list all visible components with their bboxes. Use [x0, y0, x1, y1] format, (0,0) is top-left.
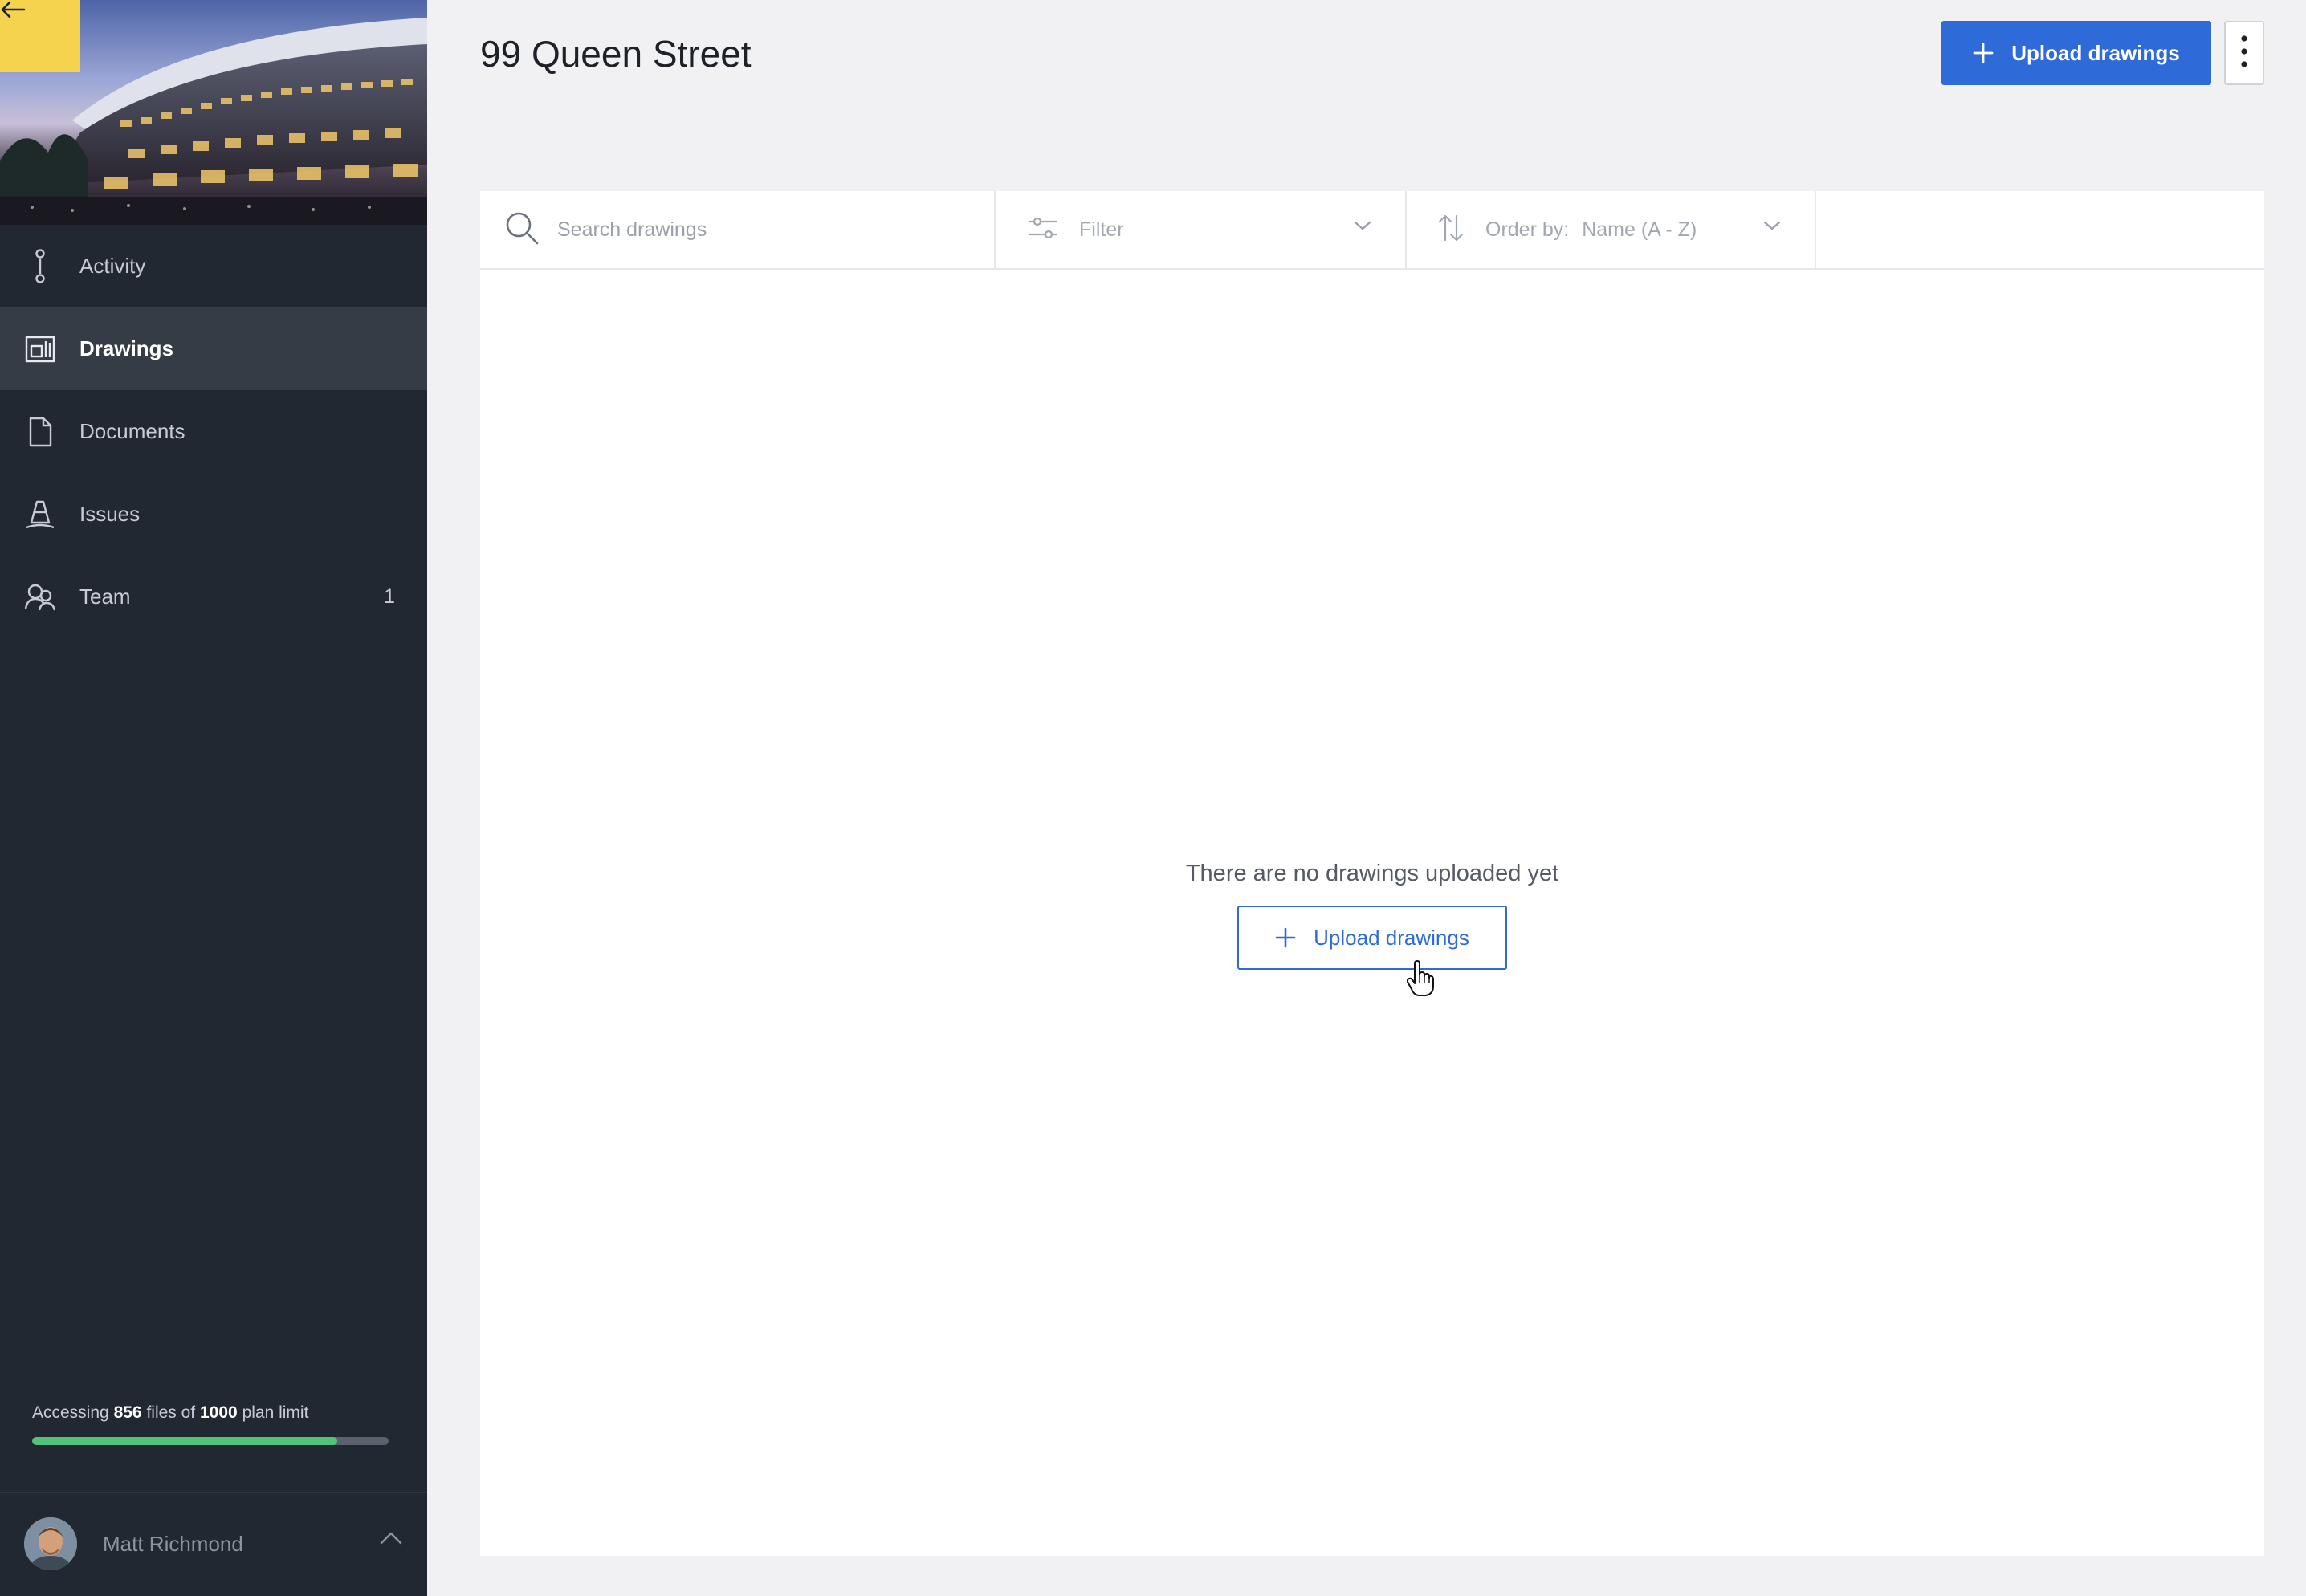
search-input[interactable] [557, 218, 975, 242]
team-count-badge: 1 [384, 585, 395, 608]
order-by-value: Name (A - Z) [1582, 218, 1697, 241]
sidebar-item-label: Team [79, 584, 131, 609]
plan-limit: 1000 [200, 1403, 238, 1422]
filter-label: Filter [1079, 218, 1124, 241]
empty-state-message: There are no drawings uploaded yet [1185, 861, 1559, 886]
files-used: 856 [113, 1403, 142, 1422]
plan-usage-fill [32, 1437, 338, 1445]
user-name: Matt Richmond [103, 1531, 243, 1556]
plan-usage-bar [32, 1437, 389, 1445]
divider [0, 1492, 427, 1493]
empty-state-upload-label: Upload drawings [1314, 925, 1469, 950]
order-by-label: Order by: [1485, 218, 1570, 241]
project-cover-image [0, 0, 427, 225]
cone-icon [24, 499, 56, 531]
sidebar-nav: Activity Drawings Documents Issues Team … [0, 225, 427, 638]
search-icon [504, 210, 540, 250]
chevron-down-icon [1763, 220, 1781, 235]
sidebar-item-team[interactable]: Team 1 [0, 556, 427, 638]
activity-icon [24, 248, 56, 283]
sidebar-item-label: Documents [79, 419, 185, 443]
sidebar-item-activity[interactable]: Activity [0, 225, 427, 307]
sidebar-item-label: Activity [79, 254, 146, 278]
chevron-up-icon [379, 1530, 403, 1550]
empty-state-upload-button[interactable]: Upload drawings [1237, 906, 1507, 970]
back-button[interactable] [0, 0, 80, 72]
upload-drawings-label: Upload drawings [2011, 40, 2180, 65]
sidebar-item-label: Drawings [79, 336, 174, 360]
filter-dropdown[interactable]: Filter [996, 191, 1407, 268]
search-box[interactable] [480, 191, 996, 268]
more-vertical-icon [2240, 34, 2248, 73]
user-menu[interactable]: Matt Richmond [24, 1517, 403, 1570]
sidebar-item-label: Issues [79, 502, 141, 526]
hand-pointer-cursor-icon [1406, 960, 1434, 1001]
drawings-toolbar: Filter Order by: Name (A - Z) [480, 191, 2264, 270]
order-by-dropdown[interactable]: Order by: Name (A - Z) [1407, 191, 1816, 268]
plus-icon [1275, 927, 1296, 948]
more-options-button[interactable] [2224, 21, 2264, 85]
sidebar: Activity Drawings Documents Issues Team … [0, 0, 427, 1596]
plus-icon [1973, 43, 1994, 63]
drawings-icon [24, 333, 56, 365]
sidebar-item-issues[interactable]: Issues [0, 473, 427, 556]
chevron-down-icon [1354, 220, 1371, 235]
upload-drawings-button[interactable]: Upload drawings [1941, 21, 2211, 85]
sort-icon [1437, 213, 1465, 247]
team-icon [24, 581, 56, 613]
sliders-icon [1028, 215, 1058, 245]
sidebar-item-drawings[interactable]: Drawings [0, 307, 427, 390]
page-title: 99 Queen Street [480, 33, 752, 75]
sidebar-item-documents[interactable]: Documents [0, 390, 427, 473]
document-icon [24, 416, 56, 448]
avatar [24, 1517, 77, 1570]
drawings-panel: Filter Order by: Name (A - Z) [480, 191, 2264, 1556]
plan-usage-text: Accessing 856 files of 1000 plan limit [32, 1403, 309, 1422]
plan-usage: Accessing 856 files of 1000 plan limit [32, 1403, 389, 1445]
